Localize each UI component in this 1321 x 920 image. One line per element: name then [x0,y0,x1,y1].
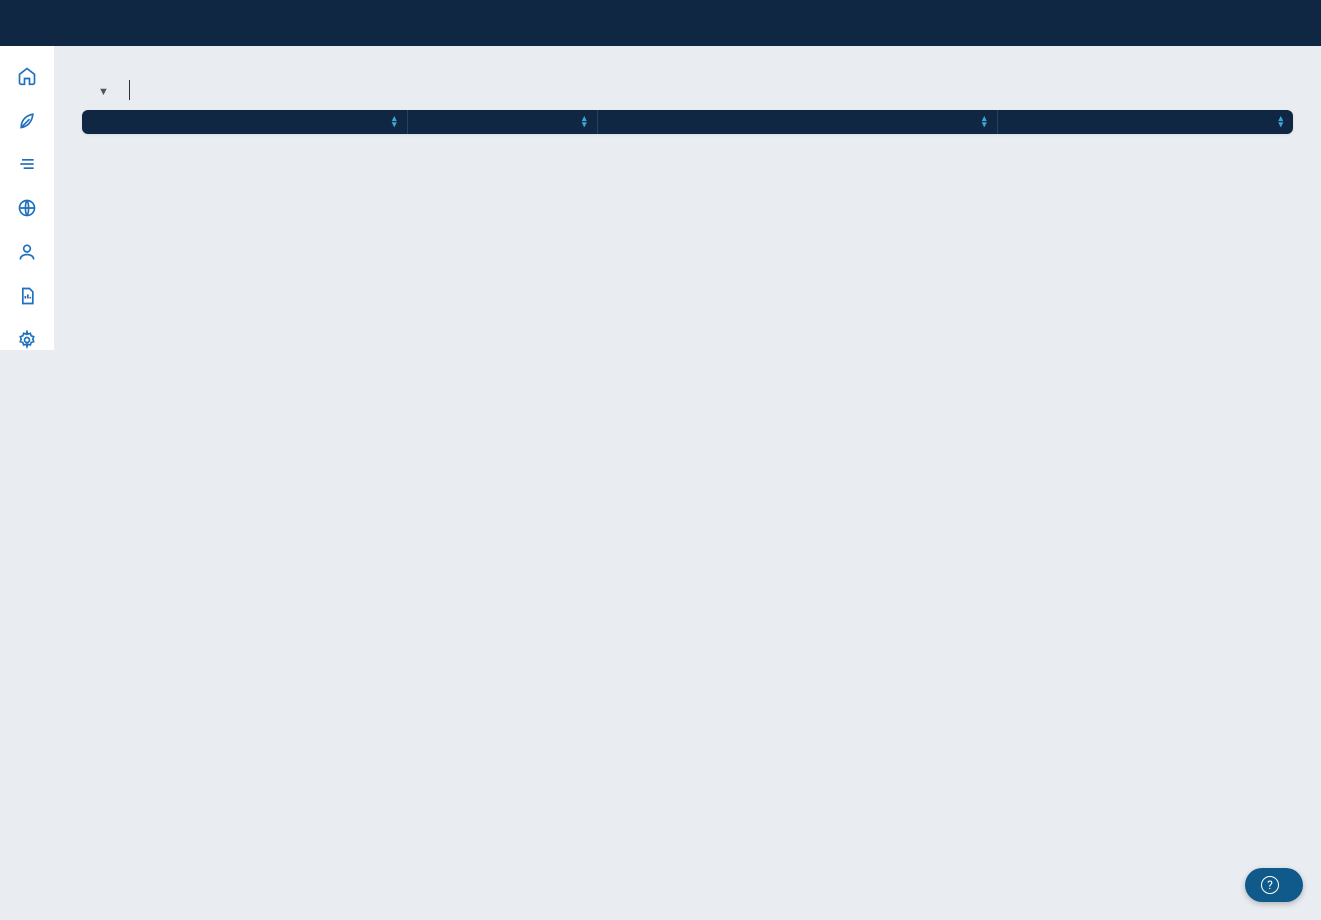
substances-table: ▴▾ ▴▾ ▴▾ ▴▾ [82,110,1293,134]
main-content: ▼ ▴▾ ▴▾ ▴▾ ▴▾ [54,46,1321,350]
col-name[interactable]: ▴▾ [597,110,997,134]
sort-icon[interactable]: ▴▾ [582,116,587,128]
col-weight[interactable]: ▴▾ [997,110,1293,134]
showing-text: ▼ [94,81,111,99]
leaf-icon[interactable] [17,110,37,130]
help-icon: ? [1261,876,1279,894]
col-cas[interactable]: ▴▾ [407,110,597,134]
gear-icon[interactable] [17,330,37,350]
sort-icon[interactable]: ▴▾ [982,116,987,128]
sort-icon[interactable]: ▴▾ [392,116,397,128]
topbar [0,0,1321,46]
user-icon[interactable] [17,242,37,262]
pagination: ▼ [94,80,1293,100]
separator [129,80,130,100]
sidebar [0,46,54,350]
chevron-down-icon[interactable]: ▼ [98,85,109,98]
home-icon[interactable] [17,66,37,86]
globe-icon[interactable] [17,198,37,218]
list-icon[interactable] [17,154,37,174]
user-area [1297,15,1301,31]
sort-icon[interactable]: ▴▾ [1278,116,1283,128]
col-material[interactable]: ▴▾ [82,110,407,134]
report-icon[interactable] [17,286,37,306]
support-button[interactable]: ? [1245,868,1303,902]
